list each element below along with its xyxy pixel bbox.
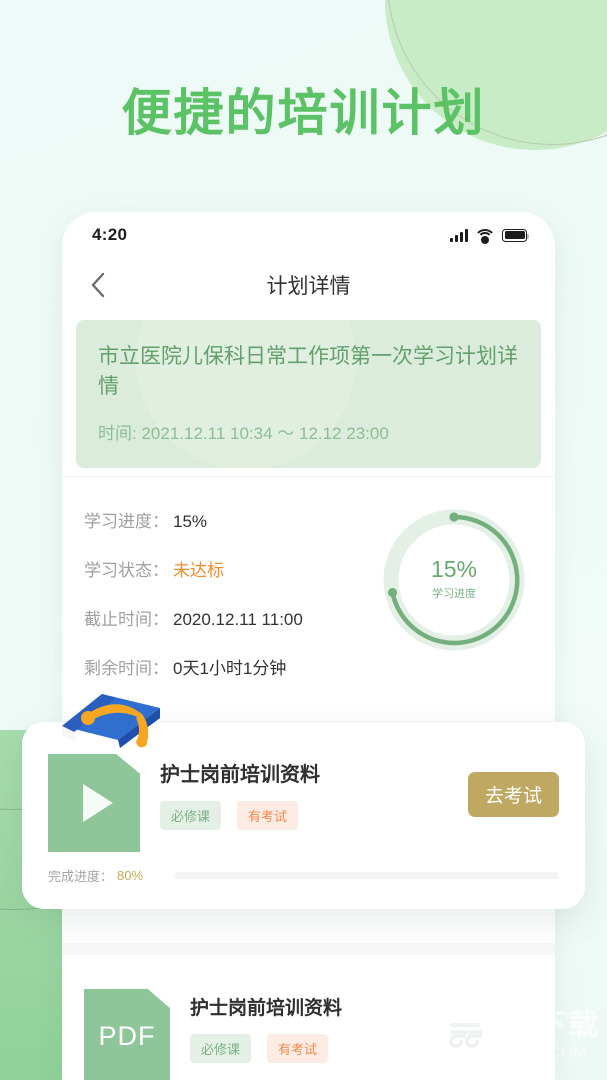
info-row: 学习进度： 15% [84,507,379,532]
nav-title: 计划详情 [266,275,351,298]
back-button[interactable] [84,271,112,299]
progress-bar [175,872,559,879]
status-icons [450,228,529,244]
wifi-icon [474,228,496,244]
donut-percent: 15% [430,556,478,583]
phone-mockup: 4:20 计划详情 市立医院儿保科日常工作项第一次学习计划详情 时间: 2021… [62,212,555,1080]
plan-info-section: 学习进度： 15% 学习状态： 未达标 截止时间： 2020.12.11 11:… [62,475,555,697]
info-value: 0天1小时1分钟 [173,658,287,678]
progress-label: 完成进度： [48,869,114,884]
plan-time-label: 时间: [98,423,137,443]
info-row: 学习状态： 未达标 [84,556,379,581]
status-bar: 4:20 [62,212,555,258]
progress-donut-chart: 15% 学习进度 [379,505,529,655]
badge-exam: 有考试 [267,1033,329,1063]
badge-exam: 有考试 [237,801,299,830]
course-name: 护士岗前培训资料 [160,764,320,786]
section-divider [62,942,555,955]
rr55-logo-icon [437,1008,492,1062]
info-label: 截止时间： [84,609,169,629]
rr55-glyph [448,1023,482,1048]
plan-title: 市立医院儿保科日常工作项第一次学习计划详情 [98,345,518,399]
watermark-line2: RR55.COM [501,1043,588,1061]
badge-required: 必修课 [190,1033,252,1063]
nav-bar: 计划详情 [62,258,555,312]
highlighted-course-card[interactable]: 护士岗前培训资料 必修课 有考试 去考试 完成进度： 80% [22,694,585,909]
info-row: 剩余时间： 0天1小时1分钟 [84,654,379,679]
progress-percent: 80% [117,868,144,883]
screenshot-root: 便捷的培训计划 4:20 计划详情 市立医院儿保科日常工作项第一次学习计划详情 … [0,0,607,1080]
page-title: 便捷的培训计划 [121,85,486,141]
info-label: 剩余时间： [84,658,169,678]
status-time: 4:20 [92,225,128,244]
watermark-text: 55下载 RR55.COM [501,1008,599,1061]
plan-header-card: 市立医院儿保科日常工作项第一次学习计划详情 时间: 2021.12.11 10:… [76,320,541,468]
donut-caption: 学习进度 [432,588,476,601]
signal-bars-icon [450,228,468,242]
info-value-status: 未达标 [173,560,224,580]
watermark: 55下载 RR55.COM [437,1008,599,1062]
list-item[interactable]: 护士岗前培训资料 必修课 有考试 去考试 完成进度： 80% [48,754,559,885]
donut-center-label: 15% 学习进度 [412,537,496,622]
info-value: 2020.12.11 11:00 [173,609,303,629]
go-to-exam-button[interactable]: 去考试 [467,772,559,817]
badge-required: 必修课 [160,801,222,830]
info-row: 截止时间： 2020.12.11 11:00 [84,605,379,630]
info-label: 学习进度： [84,511,169,531]
watermark-line1: 55下载 [501,1008,599,1042]
plan-time: 时间: 2021.12.11 10:34 ～ 12.12 23:00 [98,419,519,444]
pdf-label: PDF [98,1021,156,1052]
plan-time-value: 2021.12.11 10:34 ～ 12.12 23:00 [141,423,389,443]
info-value: 15% [173,511,208,531]
course-thumbnail-video[interactable] [48,754,140,852]
info-label: 学习状态： [84,560,169,580]
plan-info-list: 学习进度： 15% 学习状态： 未达标 截止时间： 2020.12.11 11:… [84,503,379,679]
play-triangle-icon [83,784,113,822]
battery-icon [502,228,529,242]
course-thumbnail-pdf: PDF [84,988,170,1080]
chevron-left-icon [91,272,105,298]
